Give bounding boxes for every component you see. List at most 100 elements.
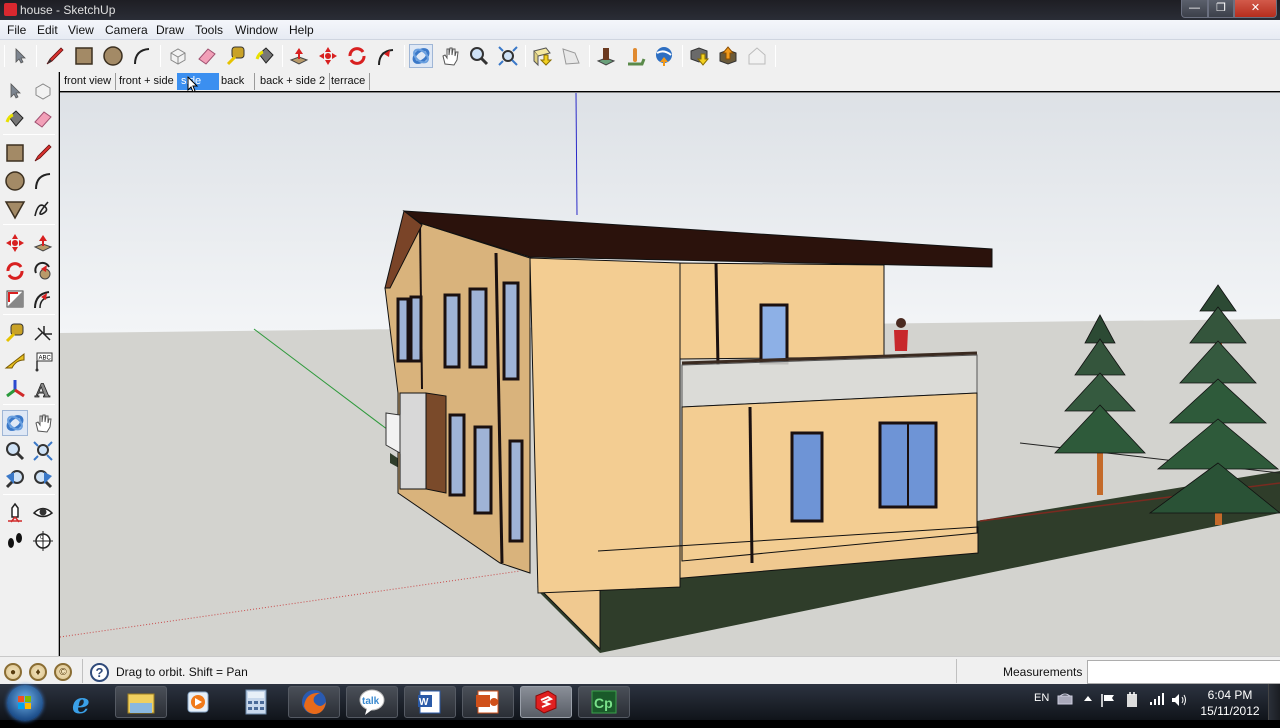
scene-tab-back-side-2[interactable]: back + side 2 xyxy=(256,73,331,90)
add-location-tool-button[interactable] xyxy=(594,44,618,68)
left-zoom-tool[interactable] xyxy=(2,438,28,464)
left-position-camera-tool[interactable] xyxy=(2,500,28,526)
left-zoom-extents-tool[interactable] xyxy=(30,466,56,492)
left-section-plane-tool[interactable]: C xyxy=(30,528,56,554)
arc-tool-button[interactable] xyxy=(130,44,154,68)
network-signal-icon[interactable] xyxy=(1149,692,1165,728)
taskbar-media-player[interactable] xyxy=(172,686,224,718)
make-component-tool-button[interactable] xyxy=(166,44,190,68)
start-button[interactable] xyxy=(7,685,43,721)
show-desktop-button[interactable] xyxy=(1268,684,1280,720)
scene-tab-terrace[interactable]: terrace xyxy=(327,73,371,90)
menu-file[interactable]: File xyxy=(7,23,26,37)
left-freehand-tool[interactable] xyxy=(30,196,56,222)
tape-measure-tool-button[interactable] xyxy=(224,44,248,68)
left-scale-tool[interactable] xyxy=(2,286,28,312)
left-paint-bucket-tool[interactable] xyxy=(2,106,28,132)
left-walk-tool[interactable] xyxy=(2,528,28,554)
left-pan-tool[interactable] xyxy=(30,410,56,436)
left-rectangle-tool[interactable] xyxy=(2,140,28,166)
select-tool-button[interactable] xyxy=(8,44,32,68)
google-earth-tool-button[interactable] xyxy=(652,44,676,68)
get-components-tool-button[interactable] xyxy=(687,44,711,68)
credits-icon[interactable]: ♦ xyxy=(29,663,47,681)
geo-location-icon[interactable]: ● xyxy=(4,663,22,681)
left-previous-view-tool[interactable] xyxy=(2,466,28,492)
restore-button[interactable]: ❐ xyxy=(1208,0,1234,18)
move-tool-button[interactable] xyxy=(316,44,340,68)
volume-icon[interactable] xyxy=(1170,692,1188,728)
show-hidden-icons[interactable] xyxy=(1083,692,1093,728)
menu-edit[interactable]: Edit xyxy=(37,23,58,37)
follow-me-tool-button[interactable] xyxy=(374,44,398,68)
pan-tool-button[interactable] xyxy=(438,44,462,68)
left-pencil-line-tool[interactable] xyxy=(30,140,56,166)
eraser-tool-button[interactable] xyxy=(195,44,219,68)
taskbar-internet-explorer[interactable]: e xyxy=(57,686,109,718)
left-zoom-window-tool[interactable] xyxy=(30,438,56,464)
action-center-flag-icon[interactable] xyxy=(1100,692,1116,728)
left-arc-tool[interactable] xyxy=(30,168,56,194)
menu-draw[interactable]: Draw xyxy=(156,23,184,37)
menu-help[interactable]: Help xyxy=(289,23,314,37)
scene-tab-back[interactable]: back xyxy=(217,73,255,90)
left-select-tool[interactable] xyxy=(2,78,28,104)
circle-tool-button[interactable] xyxy=(101,44,125,68)
share-component-tool-button[interactable] xyxy=(716,44,740,68)
user-icon[interactable]: © xyxy=(54,663,72,681)
taskbar-word[interactable]: W xyxy=(404,686,456,718)
push-pull-tool-button[interactable] xyxy=(287,44,311,68)
menu-tools[interactable]: Tools xyxy=(195,23,223,37)
system-clock[interactable]: 6:04 PM 15/11/2012 xyxy=(1198,687,1262,719)
help-icon[interactable]: ? xyxy=(90,663,109,682)
measurements-input[interactable] xyxy=(1087,660,1280,684)
left-protractor-tool[interactable] xyxy=(2,348,28,374)
3d-viewport[interactable] xyxy=(60,92,1280,656)
left-look-around-tool[interactable] xyxy=(30,500,56,526)
taskbar-sketchup[interactable] xyxy=(520,686,572,718)
scene-tab-front-side[interactable]: front + side xyxy=(115,73,179,90)
taskbar-firefox[interactable] xyxy=(288,686,340,718)
left-axes-tool[interactable] xyxy=(2,376,28,402)
left-follow-me-tool[interactable] xyxy=(30,258,56,284)
menu-view[interactable]: View xyxy=(68,23,94,37)
taskbar-windows-explorer[interactable] xyxy=(115,686,167,718)
pencil-line-tool-button[interactable] xyxy=(43,44,67,68)
minimize-button[interactable]: — xyxy=(1181,0,1208,18)
building-maker-tool-button[interactable] xyxy=(745,44,769,68)
close-button[interactable]: ✕ xyxy=(1234,0,1277,18)
get-models-tool-button[interactable] xyxy=(530,44,554,68)
taskbar-captivate[interactable]: Cp xyxy=(578,686,630,718)
share-model-tool-button[interactable] xyxy=(559,44,583,68)
left-eraser-tool[interactable] xyxy=(30,106,56,132)
left-text-tool[interactable]: ABC xyxy=(30,348,56,374)
left-tape-measure-tool[interactable] xyxy=(2,320,28,346)
hand-icon xyxy=(35,414,52,433)
rotate-tool-button[interactable] xyxy=(345,44,369,68)
paint-bucket-tool-button[interactable] xyxy=(253,44,277,68)
left-3d-text-tool[interactable]: A xyxy=(30,376,56,402)
taskbar-calculator[interactable] xyxy=(230,686,282,718)
left-push-pull-tool[interactable] xyxy=(30,230,56,256)
left-rotate-tool[interactable] xyxy=(2,258,28,284)
left-circle-tool[interactable] xyxy=(2,168,28,194)
left-dimension-tool[interactable] xyxy=(30,320,56,346)
zoom-extents-tool-button[interactable] xyxy=(496,44,520,68)
menu-camera[interactable]: Camera xyxy=(105,23,148,37)
rectangle-tool-button[interactable] xyxy=(72,44,96,68)
toggle-terrain-tool-button[interactable] xyxy=(623,44,647,68)
left-make-component-tool[interactable] xyxy=(30,78,56,104)
zoom-tool-button[interactable] xyxy=(467,44,491,68)
left-offset-tool[interactable] xyxy=(30,286,56,312)
left-orbit-tool[interactable] xyxy=(2,410,28,436)
power-plug-icon[interactable] xyxy=(1124,691,1140,727)
taskbar-google-talk[interactable]: talk xyxy=(346,686,398,718)
keyboard-icon[interactable] xyxy=(1057,692,1073,728)
left-move-tool[interactable] xyxy=(2,230,28,256)
taskbar-powerpoint[interactable] xyxy=(462,686,514,718)
menu-window[interactable]: Window xyxy=(235,23,278,37)
language-indicator[interactable]: EN xyxy=(1034,692,1049,728)
scene-tab-front-view[interactable]: front view xyxy=(60,73,117,90)
orbit-tool-button[interactable] xyxy=(409,44,433,68)
left-polygon-tool[interactable] xyxy=(2,196,28,222)
